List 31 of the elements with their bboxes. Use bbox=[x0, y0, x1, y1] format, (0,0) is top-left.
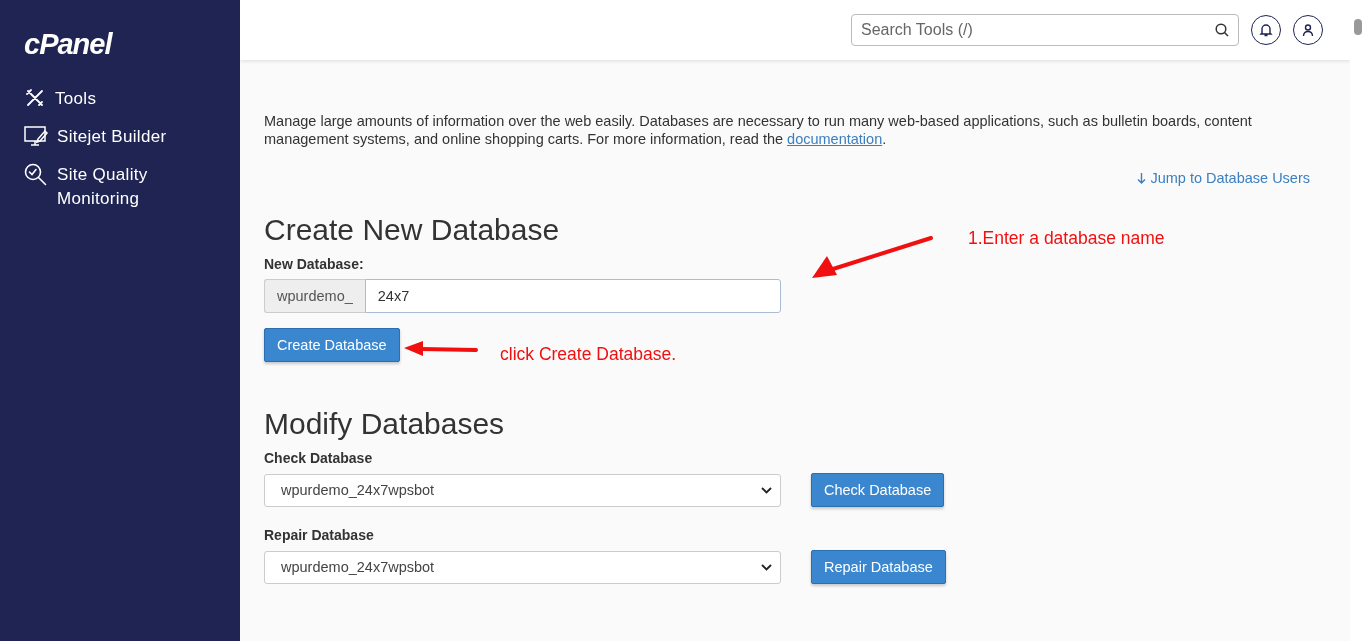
sidebar-item[interactable]: Tools bbox=[0, 87, 240, 111]
search-icon bbox=[1215, 23, 1229, 37]
down-arrow-icon bbox=[1137, 172, 1147, 184]
logo[interactable]: cPanel bbox=[24, 28, 112, 61]
monitor-icon bbox=[24, 125, 48, 147]
input-prefix: wpurdemo_ bbox=[264, 279, 365, 313]
section-heading: Modify Databases bbox=[264, 406, 505, 442]
field-label: New Database: bbox=[264, 256, 365, 272]
action-button[interactable]: Check Database bbox=[811, 473, 945, 507]
user-icon bbox=[1301, 23, 1315, 37]
database-select[interactable]: wpurdemo_24x7wpsbot bbox=[264, 550, 781, 584]
section-heading: Create New Database bbox=[264, 212, 560, 248]
annotation-text: click Create Database. bbox=[500, 344, 677, 365]
magnifier-check-icon bbox=[24, 163, 48, 187]
annotation-text: 1.Enter a database name bbox=[968, 228, 1165, 249]
jump-link[interactable]: Jump to Database Users bbox=[1137, 170, 1310, 186]
field-label: Check Database bbox=[264, 450, 374, 466]
scrollbar-thumb[interactable] bbox=[1354, 19, 1362, 35]
intro-text: Manage large amounts of information over the web easily. Databases are necessary to run many web-based applications, such as bulletin boards, content management systems, and online shopping carts. For more information, read the documentation. bbox=[264, 112, 1253, 148]
database-name-field[interactable]: 24x7 bbox=[364, 279, 781, 313]
field-label: Repair Database bbox=[264, 527, 375, 543]
chevron-down-icon bbox=[761, 486, 772, 494]
create-database-button[interactable]: Create Database bbox=[264, 328, 400, 362]
database-select[interactable]: wpurdemo_24x7wpsbot bbox=[264, 473, 781, 507]
search-field[interactable]: Search Tools (/) bbox=[851, 14, 1239, 46]
tools-icon bbox=[24, 87, 46, 109]
sidebar-item[interactable]: Sitejet Builder bbox=[0, 125, 240, 149]
action-button[interactable]: Repair Database bbox=[811, 550, 946, 584]
chevron-down-icon bbox=[761, 563, 772, 571]
bell-icon bbox=[1259, 23, 1273, 37]
sidebar-item[interactable]: Site Quality Monitoring bbox=[0, 163, 240, 211]
